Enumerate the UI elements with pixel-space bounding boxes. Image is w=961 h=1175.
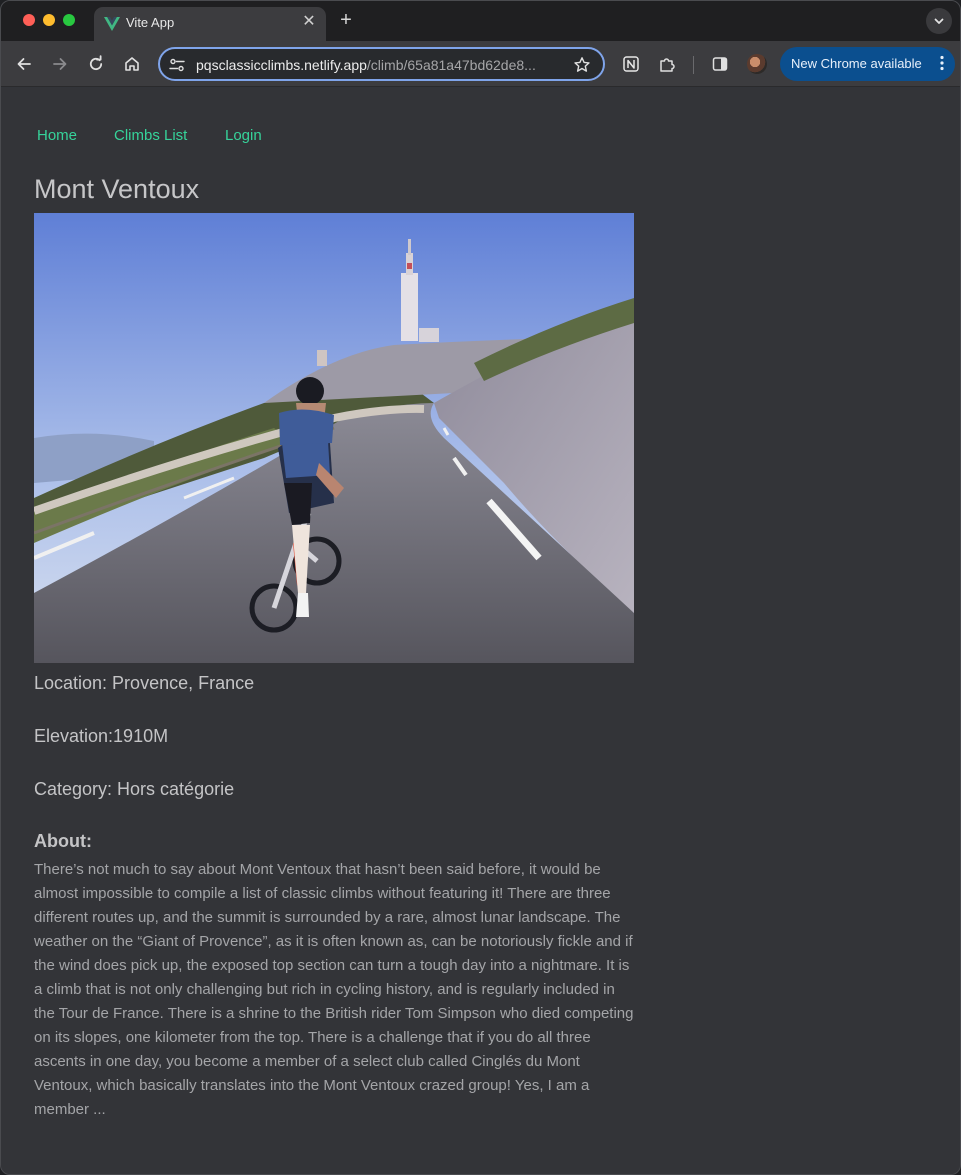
climb-title: Mont Ventoux [34, 174, 200, 204]
vue-logo-icon [104, 17, 120, 31]
arrow-right-icon [53, 58, 67, 70]
tab-title: Vite App [126, 15, 175, 30]
url-text[interactable]: pqsclassicclimbs.netlify.app/climb/65a81… [196, 57, 566, 73]
chevron-down-icon [934, 18, 944, 24]
about-text: There’s not much to say about Mont Vento… [34, 861, 634, 1118]
page-content: Home Climbs List Login Mont Ventoux Loca… [1, 88, 960, 1174]
profile-avatar[interactable] [747, 54, 767, 74]
climb-photo [34, 213, 634, 663]
toolbar-divider [693, 56, 694, 74]
url-host: pqsclassicclimbs.netlify.app [196, 57, 367, 73]
climb-location: Location: Provence, France [34, 673, 255, 693]
notion-icon [623, 56, 639, 72]
url-path: /climb/65a81a47bd62de8... [366, 57, 536, 73]
update-chrome-button[interactable]: New Chrome available [780, 47, 955, 81]
star-icon[interactable] [573, 56, 591, 74]
tab-search-button[interactable] [926, 8, 952, 34]
climb-category: Category: Hors catégorie [34, 779, 235, 799]
tab-strip: Vite App ✕ + [1, 1, 960, 41]
close-tab-icon[interactable]: ✕ [300, 13, 318, 31]
browser-window: Vite App ✕ + pqsclassicclimbs.netlify.ap… [0, 0, 961, 1175]
tab-vite-app[interactable]: Vite App ✕ [94, 7, 326, 41]
arrow-left-icon [17, 58, 31, 70]
side-panel-icon [712, 57, 728, 71]
close-window-button[interactable] [23, 14, 35, 26]
browser-toolbar: pqsclassicclimbs.netlify.app/climb/65a81… [1, 41, 960, 87]
address-bar[interactable]: pqsclassicclimbs.netlify.app/climb/65a81… [158, 47, 605, 81]
nav-link-climbs-list[interactable]: Climbs List [114, 127, 187, 144]
nav-link-login[interactable]: Login [225, 127, 262, 144]
zoom-window-button[interactable] [63, 14, 75, 26]
cyclist-on-mountain-road-image [34, 213, 634, 663]
reload-icon [89, 55, 103, 71]
about-heading: About: [34, 831, 92, 851]
forward-button[interactable] [48, 52, 72, 76]
notion-extension-button[interactable] [619, 52, 643, 76]
tune-icon[interactable] [168, 56, 186, 74]
reload-button[interactable] [84, 52, 108, 76]
extensions-button[interactable] [655, 52, 679, 76]
home-icon [125, 57, 139, 71]
new-tab-button[interactable]: + [336, 9, 356, 31]
puzzle-icon [660, 58, 675, 72]
update-chrome-label: New Chrome available [791, 56, 922, 71]
climb-elevation: Elevation:1910M [34, 726, 169, 746]
back-button[interactable] [12, 52, 36, 76]
kebab-menu-icon [940, 55, 944, 71]
home-button[interactable] [120, 52, 144, 76]
side-panel-button[interactable] [708, 52, 732, 76]
minimize-window-button[interactable] [43, 14, 55, 26]
nav-link-home[interactable]: Home [37, 127, 77, 144]
